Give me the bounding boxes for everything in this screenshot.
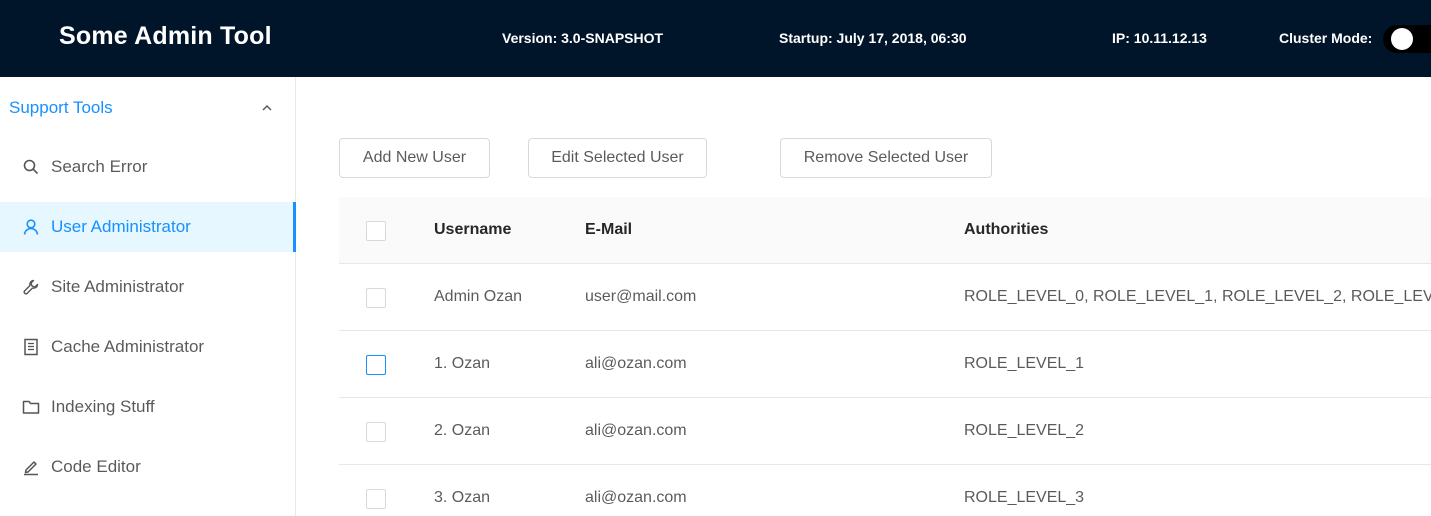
sidebar-item-user-administrator[interactable]: User Administrator <box>0 202 296 252</box>
sidebar-item-indexing-stuff[interactable]: Indexing Stuff <box>0 382 295 432</box>
column-header-username: Username <box>434 221 512 238</box>
sidebar-item-label: User Administrator <box>51 217 191 236</box>
cell-email: user@mail.com <box>585 288 697 305</box>
sidebar-item-label: Cache Administrator <box>51 337 205 356</box>
cell-username: Admin Ozan <box>434 288 523 305</box>
chevron-up-icon <box>262 104 272 111</box>
top-header: Some Admin Tool Version: 3.0-SNAPSHOT St… <box>0 0 1431 77</box>
cell-authorities: ROLE_LEVEL_2 <box>964 422 1085 439</box>
sidebar-item-cache-administrator[interactable]: Cache Administrator <box>0 322 295 372</box>
startup-info: Startup: July 17, 2018, 06:30 <box>779 30 967 46</box>
ip-info: IP: 10.11.12.13 <box>1112 30 1207 46</box>
row-checkbox[interactable] <box>366 422 386 442</box>
file-text-icon <box>24 338 38 356</box>
edit-user-button[interactable]: Edit Selected User <box>528 138 707 178</box>
search-icon <box>23 159 39 175</box>
sidebar: Support Tools Search Error User Administ… <box>0 77 296 516</box>
select-all-checkbox[interactable] <box>366 221 386 241</box>
cell-email: ali@ozan.com <box>585 489 687 506</box>
cell-email: ali@ozan.com <box>585 422 687 439</box>
row-checkbox[interactable] <box>366 489 386 509</box>
sidebar-item-label: Search Error <box>51 157 148 176</box>
cell-username: 3. Ozan <box>434 489 491 506</box>
folder-icon <box>22 400 40 414</box>
sidebar-item-label: Site Administrator <box>51 277 185 296</box>
cell-authorities: ROLE_LEVEL_1 <box>964 355 1085 372</box>
table-row[interactable]: Admin Ozan user@mail.com ROLE_LEVEL_0, R… <box>339 264 1431 331</box>
table-row[interactable]: 2. Ozan ali@ozan.com ROLE_LEVEL_2 <box>339 398 1431 465</box>
row-checkbox[interactable] <box>366 288 386 308</box>
table-row[interactable]: 1. Ozan ali@ozan.com ROLE_LEVEL_1 <box>339 331 1431 398</box>
row-checkbox[interactable] <box>366 355 386 375</box>
sidebar-item-code-editor[interactable]: Code Editor <box>0 442 295 492</box>
edit-icon <box>24 461 38 476</box>
cell-authorities: ROLE_LEVEL_0, ROLE_LEVEL_1, ROLE_LEVEL_2… <box>964 288 1431 305</box>
submenu-support-tools[interactable]: Support Tools <box>0 77 295 139</box>
version-info: Version: 3.0-SNAPSHOT <box>502 30 664 46</box>
submenu-label: Support Tools <box>9 98 113 117</box>
sidebar-item-site-administrator[interactable]: Site Administrator <box>0 262 295 312</box>
column-header-email: E-Mail <box>585 221 633 238</box>
cluster-mode-switch[interactable] <box>1383 25 1431 53</box>
sidebar-item-label: Indexing Stuff <box>51 397 155 416</box>
sidebar-item-label: Code Editor <box>51 457 141 476</box>
wrench-icon <box>23 279 39 295</box>
user-icon <box>23 219 39 235</box>
cell-username: 2. Ozan <box>434 422 491 439</box>
cell-email: ali@ozan.com <box>585 355 687 372</box>
cluster-mode-label: Cluster Mode: <box>1279 30 1373 46</box>
add-user-button[interactable]: Add New User <box>339 138 490 178</box>
app-title: Some Admin Tool <box>59 22 272 50</box>
table-row[interactable]: 3. Ozan ali@ozan.com ROLE_LEVEL_3 <box>339 465 1431 516</box>
cell-username: 1. Ozan <box>434 355 491 372</box>
column-header-authorities: Authorities <box>964 221 1049 238</box>
switch-knob <box>1391 28 1413 50</box>
cell-authorities: ROLE_LEVEL_3 <box>964 489 1085 506</box>
sidebar-item-search-error[interactable]: Search Error <box>0 142 295 192</box>
table-header: Username E-Mail Authorities <box>339 197 1431 264</box>
remove-user-button[interactable]: Remove Selected User <box>780 138 992 178</box>
